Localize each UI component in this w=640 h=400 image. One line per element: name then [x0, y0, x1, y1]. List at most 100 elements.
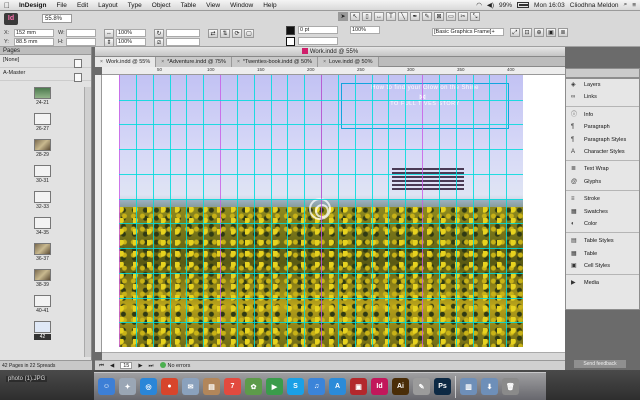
- fill-swatch[interactable]: [286, 26, 295, 35]
- preflight-status[interactable]: No errors: [159, 361, 190, 371]
- stroke-weight-field[interactable]: 0 pt: [298, 26, 338, 34]
- headline-text[interactable]: How to find your Glow on the Shine: [341, 85, 509, 91]
- page-thumbnail[interactable]: [34, 321, 51, 333]
- subline-text[interactable]: TO FULL TIVES STORY: [341, 101, 509, 107]
- chrome-dock-icon[interactable]: ●: [161, 378, 178, 395]
- menu-file[interactable]: File: [51, 2, 71, 9]
- wifi-icon[interactable]: ◠: [476, 1, 482, 9]
- tab-love[interactable]: × Love.indd @ 50%: [318, 57, 379, 67]
- indesign-dock-icon[interactable]: Id: [371, 378, 388, 395]
- center-content-icon[interactable]: ⊕: [534, 28, 544, 37]
- safari-dock-icon[interactable]: ◎: [140, 378, 157, 395]
- calendar-dock-icon[interactable]: 7: [224, 378, 241, 395]
- y-position-field[interactable]: 88.5 mm: [14, 38, 54, 46]
- volume-icon[interactable]: ◀): [487, 1, 494, 9]
- flip-horizontal-icon[interactable]: ⇄: [208, 29, 218, 38]
- scale-x-field[interactable]: 100%: [116, 29, 146, 37]
- panel-paragraph-styles[interactable]: ¶ Paragraph Styles: [566, 134, 639, 146]
- acrobat-dock-icon[interactable]: ✎: [413, 378, 430, 395]
- panel-table-styles[interactable]: ▤ Table Styles: [566, 235, 639, 247]
- page-thumbnail[interactable]: [34, 191, 51, 203]
- direct-selection-icon[interactable]: ↖: [350, 12, 360, 21]
- last-page-icon[interactable]: ⏭: [149, 361, 154, 371]
- panel-layers[interactable]: ◈ Layers: [566, 79, 639, 91]
- panel-media[interactable]: ▶ Media: [566, 277, 639, 289]
- spotlight-icon[interactable]: ⌕: [624, 1, 628, 9]
- close-tab-icon[interactable]: ×: [161, 57, 164, 67]
- height-field[interactable]: [66, 38, 96, 46]
- menu-app-name[interactable]: InDesign: [14, 2, 51, 9]
- pages-panel-header[interactable]: Pages: [0, 47, 91, 55]
- panel-text-wrap[interactable]: ≣ Text Wrap: [566, 163, 639, 175]
- downloads-folder-dock-icon[interactable]: ⬇: [481, 378, 498, 395]
- skype-dock-icon[interactable]: S: [287, 378, 304, 395]
- gap-tool-icon[interactable]: ↔: [374, 12, 384, 21]
- horizontal-ruler[interactable]: 50 100 150 200 250 300 350 400: [102, 67, 565, 75]
- vertical-ruler[interactable]: [95, 75, 102, 352]
- photos-dock-icon[interactable]: ✿: [245, 378, 262, 395]
- page-thumbnail[interactable]: [34, 269, 51, 281]
- rectangle-tool-icon[interactable]: ▭: [446, 12, 456, 21]
- photo-booth-dock-icon[interactable]: ▣: [350, 378, 367, 395]
- scale-y-icon[interactable]: ⇕: [104, 38, 114, 47]
- panel-paragraph[interactable]: ¶ Paragraph: [566, 121, 639, 133]
- shear-field[interactable]: [166, 38, 200, 46]
- pen-tool-icon[interactable]: ✒: [410, 12, 420, 21]
- close-tab-icon[interactable]: ×: [323, 57, 326, 67]
- select-container-icon[interactable]: ▢: [244, 29, 254, 38]
- tab-twenties-book[interactable]: × *Twenties-book.indd @ 50%: [231, 57, 319, 67]
- page-thumbnail[interactable]: [34, 113, 51, 125]
- panel-glyphs[interactable]: @ Glyphs: [566, 176, 639, 188]
- panel-links[interactable]: ∞ Links: [566, 91, 639, 103]
- opacity-field[interactable]: 100%: [350, 26, 380, 34]
- x-position-field[interactable]: 152 mm: [14, 29, 54, 37]
- facetime-dock-icon[interactable]: ▶: [266, 378, 283, 395]
- transform-icon[interactable]: ⤡: [470, 12, 480, 21]
- apple-menu-icon[interactable]: : [0, 1, 14, 10]
- page-thumbnail[interactable]: [34, 217, 51, 229]
- page-tool-icon[interactable]: ▯: [362, 12, 372, 21]
- next-page-icon[interactable]: ▶: [138, 361, 142, 371]
- send-feedback-button[interactable]: Send feedback: [574, 360, 626, 368]
- mail-dock-icon[interactable]: ✉: [182, 378, 199, 395]
- applications-folder-dock-icon[interactable]: ▥: [460, 378, 477, 395]
- menu-table[interactable]: Table: [176, 2, 202, 9]
- finder-dock-icon[interactable]: ☺: [98, 378, 115, 395]
- illustrator-dock-icon[interactable]: Ai: [392, 378, 409, 395]
- fit-frame-icon[interactable]: ⤢: [510, 28, 520, 37]
- a-master-thumbnail[interactable]: [74, 73, 82, 82]
- panel-table[interactable]: ▦ Table: [566, 248, 639, 260]
- line-tool-icon[interactable]: ╲: [398, 12, 408, 21]
- pencil-tool-icon[interactable]: ✎: [422, 12, 432, 21]
- rotation-field[interactable]: [166, 29, 200, 37]
- panel-stroke[interactable]: ≡ Stroke: [566, 193, 639, 205]
- flip-vertical-icon[interactable]: ⇅: [220, 29, 230, 38]
- object-style-dropdown[interactable]: [Basic Graphics Frame]+: [432, 28, 504, 36]
- rectangle-frame-icon[interactable]: ⊠: [434, 12, 444, 21]
- zoom-level-field[interactable]: 55.8%: [42, 14, 72, 23]
- menu-object[interactable]: Object: [147, 2, 176, 9]
- trash-dock-icon[interactable]: 🗑: [502, 378, 519, 395]
- battery-percent[interactable]: 99%: [499, 2, 512, 9]
- notification-center-icon[interactable]: ≡: [632, 2, 636, 9]
- tab-work[interactable]: × Work.indd @ 55%: [95, 57, 157, 67]
- content-grabber-icon[interactable]: [309, 198, 331, 220]
- document-canvas[interactable]: How to find your Glow on the Shine ⋈ TO …: [102, 75, 565, 352]
- scale-y-field[interactable]: 100%: [116, 38, 146, 46]
- scissors-icon[interactable]: ✂: [458, 12, 468, 21]
- rotate-icon[interactable]: ↻: [154, 29, 164, 38]
- stroke-swatch[interactable]: [286, 37, 295, 46]
- panel-swatches[interactable]: ▦ Swatches: [566, 206, 639, 218]
- close-tab-icon[interactable]: ×: [100, 57, 103, 67]
- user-name[interactable]: Cliodhna Meldon: [570, 2, 619, 9]
- menu-view[interactable]: View: [201, 2, 225, 9]
- scale-x-icon[interactable]: ⇔: [104, 29, 114, 38]
- pages-scrollbar[interactable]: [84, 87, 91, 357]
- photoshop-dock-icon[interactable]: Ps: [434, 378, 451, 395]
- type-tool-icon[interactable]: T: [386, 12, 396, 21]
- rotate-90-icon[interactable]: ⟳: [232, 29, 242, 38]
- tab-adventure[interactable]: × *Adventure.indd @ 75%: [156, 57, 232, 67]
- menu-type[interactable]: Type: [123, 2, 147, 9]
- panel-character-styles[interactable]: A Character Styles: [566, 146, 639, 158]
- none-master-thumbnail[interactable]: [74, 59, 82, 68]
